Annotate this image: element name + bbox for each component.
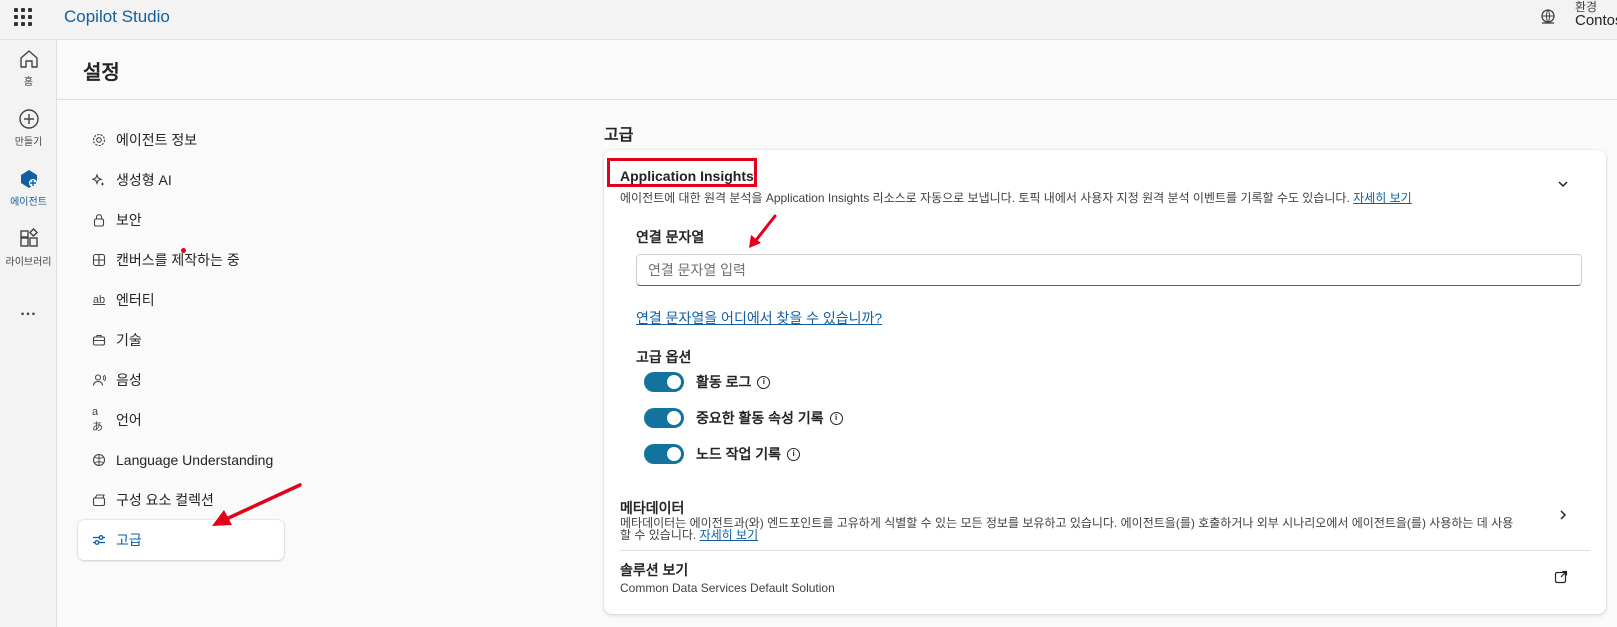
connection-string-input[interactable] bbox=[636, 254, 1582, 286]
agent-icon bbox=[20, 170, 37, 188]
nav-item-component-collections[interactable]: 구성 요소 컬렉션 bbox=[78, 480, 284, 520]
briefcase-icon bbox=[92, 333, 106, 347]
nav-label: 엔터티 bbox=[116, 292, 155, 308]
rail-label-create: 만들기 bbox=[14, 137, 43, 148]
node-actions-toggle[interactable] bbox=[644, 444, 684, 464]
nav-label: 캔버스를 제작하는 중 bbox=[116, 252, 240, 268]
rail-item-library[interactable]: 라이브러리 bbox=[0, 228, 57, 268]
collection-icon bbox=[92, 493, 106, 507]
left-rail: 홈 만들기 에이전트 라이브러리 ... bbox=[0, 40, 57, 627]
nav-item-security[interactable]: 보안 bbox=[78, 200, 284, 240]
chevron-down-icon[interactable] bbox=[1556, 177, 1570, 191]
settings-nav: 에이전트 정보 생성형 AI 보안 캔버스를 제작하는 중 ab 엔터티 기술 … bbox=[78, 120, 284, 560]
nav-label: 구성 요소 컬렉션 bbox=[116, 492, 214, 508]
nav-item-agent-info[interactable]: 에이전트 정보 bbox=[78, 120, 284, 160]
rail-item-agents[interactable]: 에이전트 bbox=[0, 168, 57, 208]
nav-item-language[interactable]: aあ 언어 bbox=[78, 400, 284, 440]
divider bbox=[620, 550, 1590, 551]
language-icon: aあ bbox=[92, 406, 103, 433]
rail-label-library: 라이브러리 bbox=[5, 257, 52, 268]
app-title[interactable]: Copilot Studio bbox=[64, 7, 170, 27]
chevron-right-icon[interactable] bbox=[1556, 508, 1570, 522]
nav-label: 음성 bbox=[116, 372, 142, 388]
rail-label-agents: 에이전트 bbox=[10, 197, 47, 208]
plus-circle-icon bbox=[18, 109, 39, 129]
nav-label: 언어 bbox=[116, 412, 142, 428]
nav-item-canvas[interactable]: 캔버스를 제작하는 중 bbox=[78, 240, 284, 280]
node-actions-label: 노드 작업 기록 bbox=[696, 446, 782, 462]
home-icon bbox=[19, 50, 38, 68]
gear-icon bbox=[92, 133, 106, 147]
open-external-icon[interactable] bbox=[1554, 570, 1568, 584]
sensitive-properties-label: 중요한 활동 속성 기록 bbox=[696, 410, 824, 426]
rail-item-home[interactable]: 홈 bbox=[0, 48, 57, 88]
metadata-learn-more-link[interactable]: 자세히 보기 bbox=[700, 528, 759, 542]
connection-string-label: 연결 문자열 bbox=[636, 229, 705, 245]
rail-item-create[interactable]: 만들기 bbox=[0, 108, 57, 148]
nav-label: 생성형 AI bbox=[116, 172, 172, 188]
app-insights-description: 에이전트에 대한 원격 분석을 Application Insights 리소스… bbox=[620, 189, 1412, 206]
lock-icon bbox=[92, 213, 106, 227]
info-icon[interactable]: i bbox=[787, 447, 801, 461]
toggle-row-activity-log: 활동 로그 i bbox=[644, 372, 771, 392]
nav-item-skills[interactable]: 기술 bbox=[78, 320, 284, 360]
entity-icon: ab bbox=[92, 294, 106, 306]
activity-log-label: 활동 로그 bbox=[696, 374, 752, 390]
brain-icon bbox=[92, 453, 106, 467]
solution-value: Common Data Services Default Solution bbox=[620, 581, 835, 595]
info-icon[interactable]: i bbox=[757, 375, 771, 389]
advanced-settings-card: Application Insights 에이전트에 대한 원격 분석을 App… bbox=[604, 150, 1606, 614]
sparkle-icon bbox=[92, 173, 106, 187]
metadata-description: 메타데이터는 에이전트과(와) 엔드포인트를 고유하게 식별할 수 있는 모든 … bbox=[620, 517, 1520, 541]
more-icon[interactable]: ... bbox=[0, 302, 57, 320]
nav-item-voice[interactable]: 음성 bbox=[78, 360, 284, 400]
environment-value[interactable]: Contos bbox=[1575, 12, 1617, 29]
app-launcher-icon[interactable] bbox=[14, 8, 32, 26]
info-icon[interactable]: i bbox=[829, 411, 843, 425]
nav-label: 보안 bbox=[116, 212, 142, 228]
grid-icon bbox=[92, 253, 106, 267]
nav-item-language-understanding[interactable]: Language Understanding bbox=[78, 440, 284, 480]
page-title: 설정 bbox=[83, 62, 120, 84]
environment-icon[interactable] bbox=[1539, 8, 1557, 26]
nav-item-advanced[interactable]: 고급 bbox=[78, 520, 284, 560]
nav-label: 에이전트 정보 bbox=[116, 132, 198, 148]
nav-item-generative-ai[interactable]: 생성형 AI bbox=[78, 160, 284, 200]
nav-label: 고급 bbox=[116, 532, 142, 548]
annotation-highlight-box bbox=[607, 158, 757, 187]
voice-icon bbox=[92, 373, 106, 387]
connection-string-help-link[interactable]: 연결 문자열을 어디에서 찾을 수 있습니까? bbox=[636, 308, 882, 328]
toggle-row-sensitive-properties: 중요한 활동 속성 기록 i bbox=[644, 408, 843, 428]
sensitive-properties-toggle[interactable] bbox=[644, 408, 684, 428]
library-icon bbox=[19, 228, 38, 247]
sliders-icon bbox=[92, 533, 106, 547]
nav-label: 기술 bbox=[116, 332, 142, 348]
solution-title[interactable]: 솔루션 보기 bbox=[620, 560, 688, 580]
metadata-title[interactable]: 메타데이터 bbox=[620, 498, 684, 518]
section-title: 고급 bbox=[604, 127, 634, 144]
nav-label: Language Understanding bbox=[116, 452, 274, 468]
toggle-row-node-actions: 노드 작업 기록 i bbox=[644, 444, 801, 464]
app-insights-learn-more-link[interactable]: 자세히 보기 bbox=[1353, 191, 1412, 205]
page-header: 설정 bbox=[57, 40, 1617, 100]
top-bar: Copilot Studio 환경 Contos bbox=[0, 0, 1617, 40]
app-insights-description-text: 에이전트에 대한 원격 분석을 Application Insights 리소스… bbox=[620, 191, 1350, 205]
activity-log-toggle[interactable] bbox=[644, 372, 684, 392]
advanced-options-label: 고급 옵션 bbox=[636, 349, 692, 365]
rail-label-home: 홈 bbox=[23, 77, 34, 88]
nav-item-entities[interactable]: ab 엔터티 bbox=[78, 280, 284, 320]
